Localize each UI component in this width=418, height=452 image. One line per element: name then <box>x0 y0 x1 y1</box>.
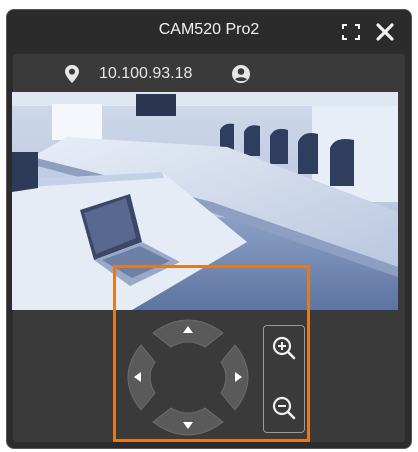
pan-left-button[interactable] <box>127 344 156 411</box>
pan-down-button[interactable] <box>152 407 224 436</box>
tv-screen <box>136 94 176 116</box>
fullscreen-icon[interactable] <box>341 23 361 41</box>
pan-right-button[interactable] <box>220 344 249 411</box>
title-bar: CAM520 Pro2 <box>7 10 411 54</box>
zoom-in-icon[interactable] <box>266 330 302 366</box>
ip-address: 10.100.93.18 <box>99 65 193 82</box>
close-icon[interactable] <box>374 21 396 43</box>
user-circle-icon[interactable] <box>231 64 251 84</box>
ptz-dpad <box>127 319 249 436</box>
pan-up-button[interactable] <box>152 319 224 348</box>
zoom-out-icon[interactable] <box>266 390 302 426</box>
info-bar: 10.100.93.18 <box>13 54 405 94</box>
location-pin-icon <box>65 65 79 83</box>
